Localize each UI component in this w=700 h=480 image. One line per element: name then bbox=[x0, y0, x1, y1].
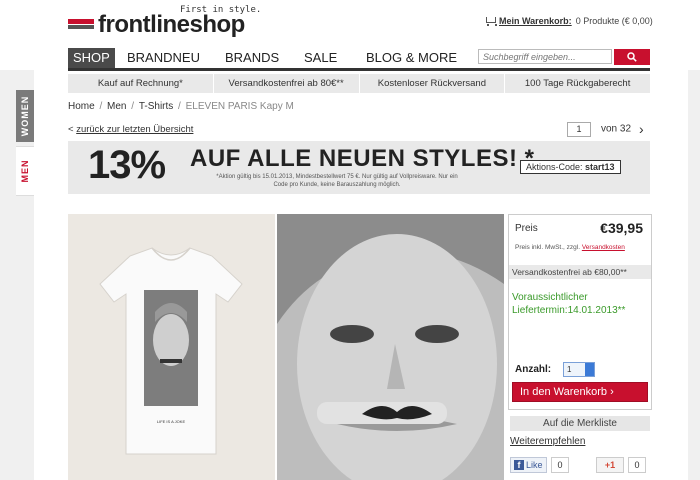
nav-blog-more[interactable]: BLOG & MORE bbox=[366, 48, 457, 68]
breadcrumb-separator: / bbox=[96, 101, 106, 112]
promo-code: start13 bbox=[585, 162, 615, 172]
back-link-label[interactable]: zurück zur letzten Übersicht bbox=[76, 124, 193, 135]
cart-summary: 0 Produkte (€ 0,00) bbox=[575, 16, 653, 26]
wishlist-button[interactable]: Auf die Merkliste bbox=[510, 416, 650, 431]
quantity-select[interactable]: 1 bbox=[563, 362, 595, 377]
breadcrumb-current: ELEVEN PARIS Kapy M bbox=[185, 101, 294, 112]
quantity-label: Anzahl: bbox=[515, 364, 552, 375]
breadcrumb-home[interactable]: Home bbox=[68, 101, 95, 112]
nav-sale[interactable]: SALE bbox=[304, 48, 337, 68]
quantity-spinner-icon[interactable] bbox=[585, 363, 594, 376]
tab-men[interactable]: MEN bbox=[16, 146, 34, 196]
promo-percent: 13% bbox=[88, 143, 166, 187]
logo-mark-red bbox=[68, 19, 94, 24]
google-plus-count: 0 bbox=[628, 457, 646, 473]
nav-brands[interactable]: BRANDS bbox=[225, 48, 279, 68]
free-shipping-note: Versandkostenfrei ab €80,00** bbox=[509, 265, 651, 279]
search-input[interactable] bbox=[478, 49, 612, 64]
price-note-text: Preis inkl. MwSt., zzgl. bbox=[515, 244, 581, 251]
promo-code-box: Aktions-Code: start13 bbox=[520, 160, 621, 174]
search-button[interactable] bbox=[614, 49, 650, 65]
nav-shop[interactable]: SHOP bbox=[68, 48, 115, 68]
product-image-shirt[interactable]: LIFE IS A JOKE bbox=[68, 214, 275, 480]
back-arrow-icon: < bbox=[68, 124, 74, 135]
price-value: €39,95 bbox=[600, 220, 643, 236]
nav-brandneu[interactable]: BRANDNEU bbox=[127, 48, 200, 68]
cart-icon bbox=[484, 17, 497, 27]
facebook-like-count: 0 bbox=[551, 457, 569, 473]
facebook-icon: f bbox=[514, 460, 524, 470]
product-pager: 1 von 32 › bbox=[567, 121, 644, 137]
mini-cart[interactable]: Mein Warenkorb: 0 Produkte (€ 0,00) bbox=[484, 16, 653, 27]
promo-code-label: Aktions-Code: bbox=[526, 162, 583, 172]
benefit-return-period[interactable]: 100 Tage Rückgaberecht bbox=[505, 74, 650, 93]
breadcrumb-separator: / bbox=[128, 101, 137, 112]
facebook-like-button[interactable]: f Like bbox=[510, 457, 547, 473]
delivery-label: Voraussichtlicher bbox=[512, 292, 588, 303]
shirt-print-text: LIFE IS A JOKE bbox=[157, 419, 186, 424]
model-photo-illustration bbox=[277, 214, 504, 480]
delivery-value: Liefertermin:14.01.2013** bbox=[512, 305, 626, 316]
price-label: Preis bbox=[515, 223, 538, 234]
buy-box: Preis €39,95 Preis inkl. MwSt., zzgl. Ve… bbox=[508, 214, 652, 410]
breadcrumb-tshirts[interactable]: T-Shirts bbox=[139, 101, 173, 112]
product-image-model[interactable] bbox=[277, 214, 504, 480]
tab-women-label: WOMEN bbox=[20, 95, 30, 137]
search-icon bbox=[627, 52, 637, 62]
delivery-date: Voraussichtlicher Liefertermin:14.01.2013… bbox=[512, 291, 648, 317]
logo-text: frontlineshop bbox=[98, 11, 245, 38]
promo-banner[interactable]: 13% AUF ALLE NEUEN STYLES! * *Aktion gül… bbox=[68, 141, 650, 194]
right-gutter bbox=[688, 70, 700, 480]
promo-fine-print: *Aktion gültig bis 15.01.2013, Mindestbe… bbox=[216, 174, 458, 188]
breadcrumb: Home / Men / T-Shirts / ELEVEN PARIS Kap… bbox=[68, 101, 294, 112]
google-plus-button[interactable]: +1 bbox=[596, 457, 624, 473]
facebook-like-label: Like bbox=[526, 460, 543, 470]
benefit-free-shipping[interactable]: Versandkostenfrei ab 80€** bbox=[214, 74, 360, 93]
shipping-costs-link[interactable]: Versandkosten bbox=[582, 244, 625, 251]
quantity-value: 1 bbox=[567, 365, 572, 374]
benefit-free-returns[interactable]: Kostenloser Rückversand bbox=[360, 74, 506, 93]
logo-mark-grey bbox=[68, 25, 94, 29]
next-arrow-icon[interactable]: › bbox=[639, 121, 644, 137]
logo-tagline: First in style. bbox=[180, 5, 262, 15]
tab-men-label: MEN bbox=[20, 159, 30, 183]
benefit-invoice[interactable]: Kauf auf Rechnung* bbox=[68, 74, 214, 93]
promo-headline: AUF ALLE NEUEN STYLES! * bbox=[190, 145, 535, 172]
price-note: Preis inkl. MwSt., zzgl. Versandkosten bbox=[515, 244, 625, 251]
back-to-overview[interactable]: < zurück zur letzten Übersicht bbox=[68, 124, 193, 135]
logo[interactable]: frontlineshop First in style. bbox=[68, 5, 268, 38]
benefits-bar: Kauf auf Rechnung* Versandkostenfrei ab … bbox=[68, 74, 650, 93]
breadcrumb-men[interactable]: Men bbox=[107, 101, 126, 112]
recommend-link[interactable]: Weiterempfehlen bbox=[510, 436, 585, 447]
add-to-cart-button[interactable]: In den Warenkorb › bbox=[512, 382, 648, 402]
tshirt-illustration: LIFE IS A JOKE bbox=[99, 247, 243, 455]
tab-women[interactable]: WOMEN bbox=[16, 90, 34, 142]
breadcrumb-separator: / bbox=[175, 101, 184, 112]
page-total: von 32 bbox=[601, 123, 632, 135]
cart-title[interactable]: Mein Warenkorb: bbox=[499, 16, 572, 26]
page-number-input[interactable]: 1 bbox=[567, 121, 591, 137]
